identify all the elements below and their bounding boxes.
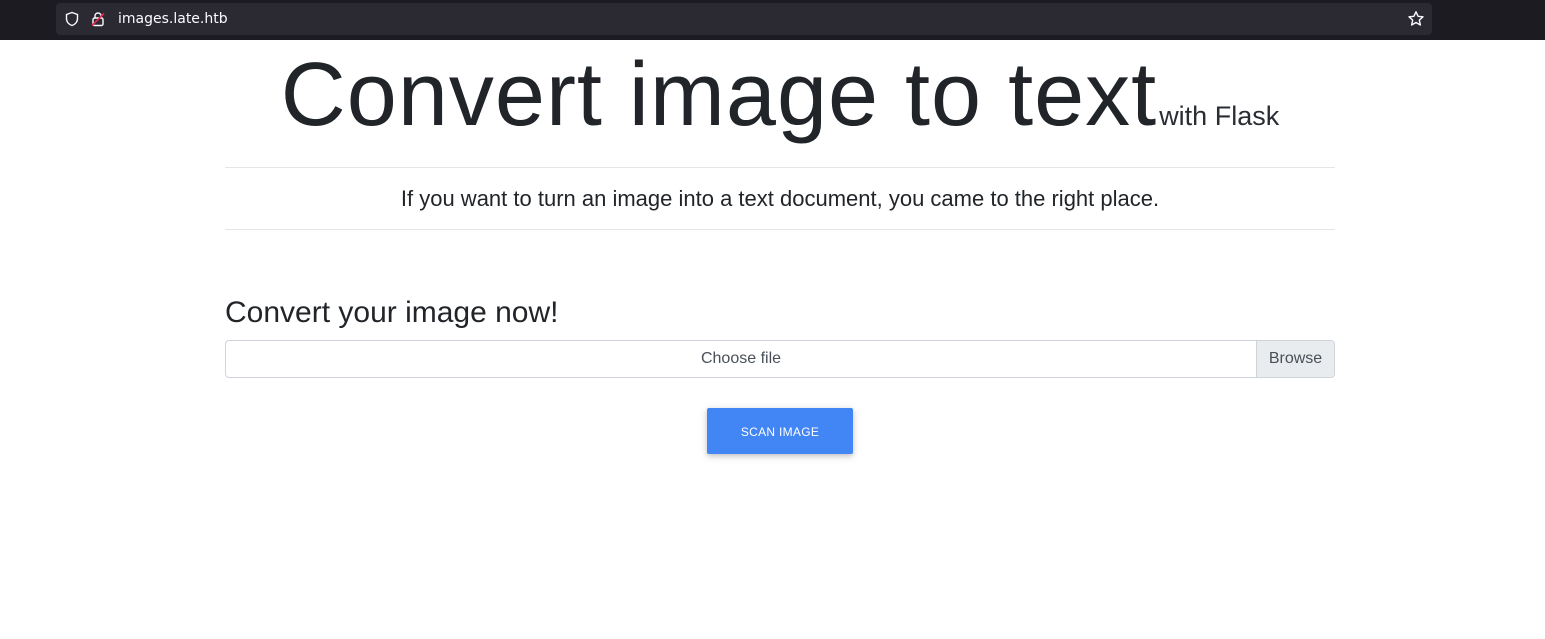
divider-top <box>225 167 1335 168</box>
insecure-lock-icon[interactable] <box>90 11 106 27</box>
bookmark-star-icon[interactable] <box>1407 10 1425 28</box>
file-input[interactable]: Choose file Browse <box>225 340 1335 378</box>
divider-bottom <box>225 229 1335 230</box>
scan-image-button[interactable]: SCAN IMAGE <box>707 408 853 454</box>
page-content: Convert image to textwith Flask If you w… <box>0 40 1545 639</box>
shield-icon[interactable] <box>64 11 80 27</box>
form-heading: Convert your image now! <box>225 296 559 329</box>
page-header: Convert image to textwith Flask <box>225 40 1335 165</box>
url-bar[interactable]: images.late.htb <box>56 3 1432 35</box>
lead-text: If you want to turn an image into a text… <box>400 186 1160 211</box>
page-title: Convert image to text <box>280 45 1158 145</box>
page-subtitle: with Flask <box>1159 101 1280 131</box>
url-text[interactable]: images.late.htb <box>118 10 228 28</box>
browse-button[interactable]: Browse <box>1256 341 1334 377</box>
file-input-label[interactable]: Choose file <box>226 341 1256 377</box>
browser-toolbar: images.late.htb <box>0 0 1545 40</box>
